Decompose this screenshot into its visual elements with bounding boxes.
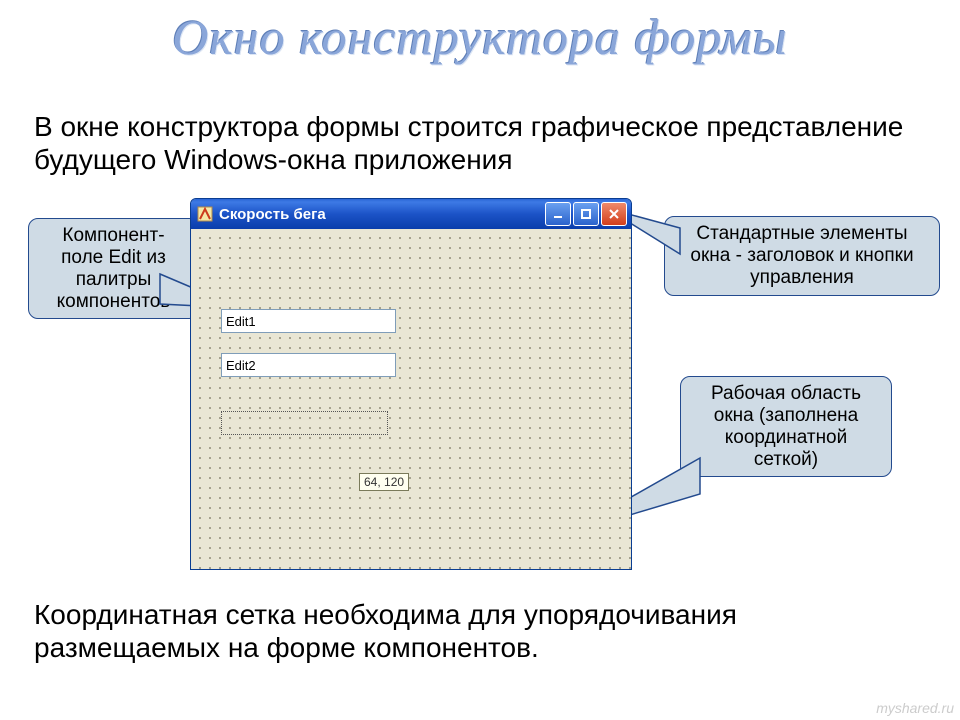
component-selection-outline[interactable] [221, 411, 388, 435]
form-client-area[interactable]: Edit1 Edit2 64, 120 [191, 229, 631, 569]
coord-hint: 64, 120 [359, 473, 409, 491]
maximize-button[interactable] [573, 202, 599, 226]
watermark: myshared.ru [876, 700, 954, 716]
edit-field-1[interactable]: Edit1 [221, 309, 396, 333]
close-button[interactable] [601, 202, 627, 226]
edit-field-2[interactable]: Edit2 [221, 353, 396, 377]
form-designer-window: Скорость бега Edit1 Edit2 64, 120 [190, 198, 632, 570]
callout-working-area: Рабочая область окна (заполнена координа… [680, 376, 892, 477]
app-icon [197, 206, 213, 222]
minimize-button[interactable] [545, 202, 571, 226]
titlebar[interactable]: Скорость бега [191, 199, 631, 229]
window-caption: Скорость бега [219, 206, 539, 223]
intro-paragraph: В окне конструктора формы строится графи… [34, 110, 926, 176]
slide-title: Окно конструктора формы [0, 8, 960, 66]
callout-titlebar-elements: Стандартные элементы окна - заголовок и … [664, 216, 940, 296]
footer-paragraph: Координатная сетка необходима для упоряд… [34, 598, 926, 664]
